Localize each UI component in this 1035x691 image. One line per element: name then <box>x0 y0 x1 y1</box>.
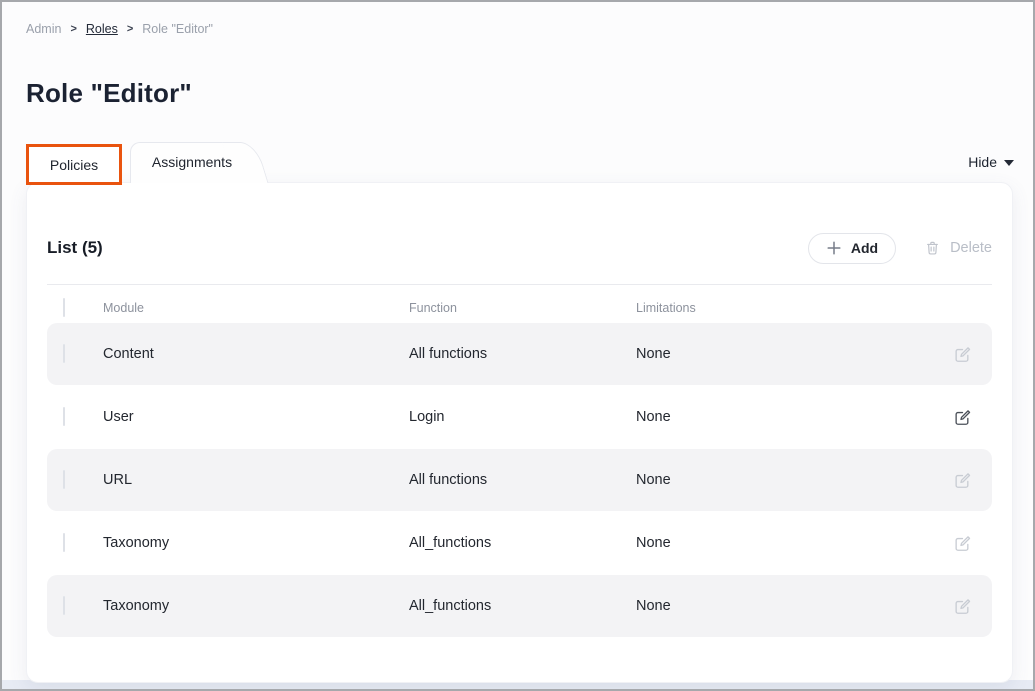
trash-icon <box>924 239 941 257</box>
cell-module: URL <box>103 472 409 488</box>
cell-limitations: None <box>636 346 948 362</box>
tab-assignments-label: Assignments <box>130 142 254 182</box>
caret-down-icon <box>1004 160 1014 166</box>
divider <box>47 284 992 285</box>
delete-button[interactable]: Delete <box>924 239 992 257</box>
edit-icon[interactable] <box>948 597 976 616</box>
edit-icon[interactable] <box>948 471 976 490</box>
breadcrumb: Admin > Roles > Role "Editor" <box>26 22 213 36</box>
table-row: Taxonomy All_functions None <box>47 512 992 574</box>
table-row: User Login None <box>47 386 992 448</box>
list-title: List (5) <box>47 238 103 258</box>
app-window: Admin > Roles > Role "Editor" Role "Edit… <box>0 0 1035 691</box>
cell-module: Content <box>103 346 409 362</box>
list-header: List (5) Add <box>47 233 992 263</box>
breadcrumb-separator: > <box>127 23 133 35</box>
policies-panel: List (5) Add <box>26 182 1013 683</box>
cell-function: All functions <box>409 346 636 362</box>
plus-icon <box>826 240 842 256</box>
hide-toggle[interactable]: Hide <box>968 154 1014 170</box>
table-header: Module Function Limitations <box>47 293 992 323</box>
tab-policies[interactable]: Policies <box>26 144 122 185</box>
cell-function: All functions <box>409 472 636 488</box>
delete-button-label: Delete <box>950 240 992 256</box>
column-header-function: Function <box>409 301 636 315</box>
row-checkbox[interactable] <box>63 344 65 363</box>
row-checkbox[interactable] <box>63 533 65 552</box>
row-checkbox[interactable] <box>63 470 65 489</box>
cell-limitations: None <box>636 535 948 551</box>
add-button[interactable]: Add <box>808 233 896 264</box>
table-row: Taxonomy All_functions None <box>47 575 992 637</box>
tabs: Policies Assignments Hide <box>26 142 1014 182</box>
page-title: Role "Editor" <box>26 78 192 109</box>
breadcrumb-admin[interactable]: Admin <box>26 22 61 36</box>
tab-policies-label: Policies <box>50 157 98 173</box>
cell-function: All_functions <box>409 598 636 614</box>
cell-limitations: None <box>636 409 948 425</box>
select-all-checkbox[interactable] <box>63 298 65 317</box>
cell-function: Login <box>409 409 636 425</box>
row-checkbox[interactable] <box>63 407 65 426</box>
column-header-module: Module <box>103 301 409 315</box>
add-button-label: Add <box>851 240 878 256</box>
cell-module: User <box>103 409 409 425</box>
cell-limitations: None <box>636 598 948 614</box>
cell-limitations: None <box>636 472 948 488</box>
breadcrumb-separator: > <box>70 23 76 35</box>
cell-function: All_functions <box>409 535 636 551</box>
table-row: URL All functions None <box>47 449 992 511</box>
breadcrumb-current: Role "Editor" <box>142 22 213 36</box>
column-header-limitations: Limitations <box>636 301 948 315</box>
cell-module: Taxonomy <box>103 598 409 614</box>
cell-module: Taxonomy <box>103 535 409 551</box>
table-row: Content All functions None <box>47 323 992 385</box>
edit-icon[interactable] <box>948 345 976 364</box>
list-actions: Add Delete <box>808 233 992 264</box>
row-checkbox[interactable] <box>63 596 65 615</box>
tab-assignments[interactable]: Assignments <box>130 142 270 182</box>
breadcrumb-roles-link[interactable]: Roles <box>86 22 118 36</box>
edit-icon[interactable] <box>948 534 976 553</box>
hide-label: Hide <box>968 154 997 170</box>
edit-icon[interactable] <box>948 408 976 427</box>
